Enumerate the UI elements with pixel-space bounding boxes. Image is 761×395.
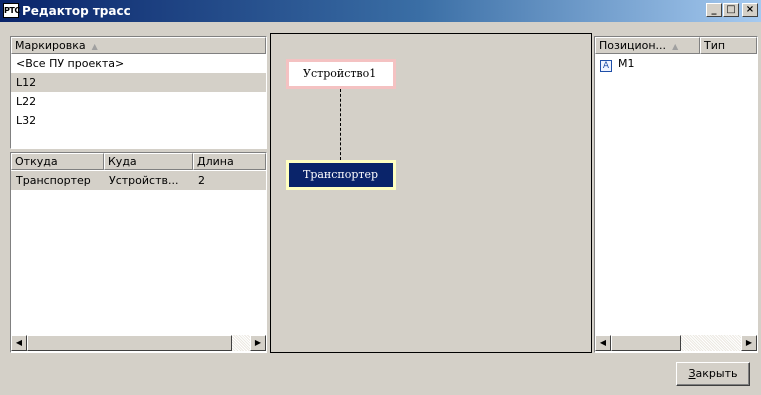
routes-hscrollbar[interactable]: ◀ ▶: [11, 335, 266, 351]
scroll-left-icon[interactable]: ◀: [595, 335, 611, 351]
cell-to: Устройств...: [109, 174, 179, 187]
scroll-left-icon[interactable]: ◀: [11, 335, 27, 351]
position-header-label: Позицион...: [599, 39, 667, 52]
scroll-thumb[interactable]: [611, 335, 681, 351]
marking-item-l32[interactable]: L32: [11, 111, 266, 130]
marking-item-l12[interactable]: L12: [11, 73, 266, 92]
scroll-right-icon[interactable]: ▶: [250, 335, 266, 351]
positions-list: Позицион... ▲ Тип A M1 ◀ ▶: [594, 36, 758, 353]
app-icon: РТС: [3, 3, 20, 18]
position-label: M1: [618, 57, 635, 70]
minimize-button[interactable]: _: [706, 3, 722, 17]
maximize-button[interactable]: □: [723, 3, 739, 17]
close-button[interactable]: Закрыть: [676, 362, 750, 386]
column-header-length[interactable]: Длина: [193, 153, 266, 170]
scroll-thumb[interactable]: [27, 335, 232, 351]
analog-badge-icon: A: [600, 60, 612, 72]
connection-line: [340, 89, 341, 160]
marking-list: Маркировка ▲ <Все ПУ проекта> L12 L22 L32: [10, 36, 267, 149]
list-item[interactable]: A M1: [595, 54, 757, 73]
close-label: акрыть: [695, 367, 738, 380]
window-title: Редактор трасс: [22, 4, 131, 18]
marking-header-label: Маркировка: [15, 39, 86, 52]
title-bar: РТС Редактор трасс _ □ ×: [0, 0, 761, 22]
column-header-from[interactable]: Откуда: [11, 153, 104, 170]
routes-table: Откуда Куда Длина Транспортер Устройств.…: [10, 152, 267, 353]
marking-item-l22[interactable]: L22: [11, 92, 266, 111]
marking-column-header[interactable]: Маркировка ▲: [11, 37, 266, 54]
scroll-right-icon[interactable]: ▶: [741, 335, 757, 351]
node-device1[interactable]: Устройство1: [286, 59, 396, 89]
column-header-position[interactable]: Позицион... ▲: [595, 37, 700, 54]
diagram-canvas[interactable]: Устройство1 Транспортер: [270, 33, 592, 353]
marking-item-all[interactable]: <Все ПУ проекта>: [11, 54, 266, 73]
node-transporter[interactable]: Транспортер: [286, 160, 396, 190]
cell-length: 2: [198, 174, 205, 187]
column-header-to[interactable]: Куда: [104, 153, 193, 170]
close-mnemonic: З: [688, 367, 696, 380]
positions-hscrollbar[interactable]: ◀ ▶: [595, 335, 757, 351]
sort-asc-icon: ▲: [91, 42, 98, 51]
table-row[interactable]: Транспортер Устройств... 2: [11, 171, 266, 190]
sort-asc-icon: ▲: [672, 42, 679, 51]
cell-from: Транспортер: [16, 174, 91, 187]
close-window-button[interactable]: ×: [742, 3, 758, 17]
column-header-type[interactable]: Тип: [700, 37, 757, 54]
route-editor-window: РТС Редактор трасс _ □ × Маркировка ▲ <Вс…: [0, 0, 761, 395]
